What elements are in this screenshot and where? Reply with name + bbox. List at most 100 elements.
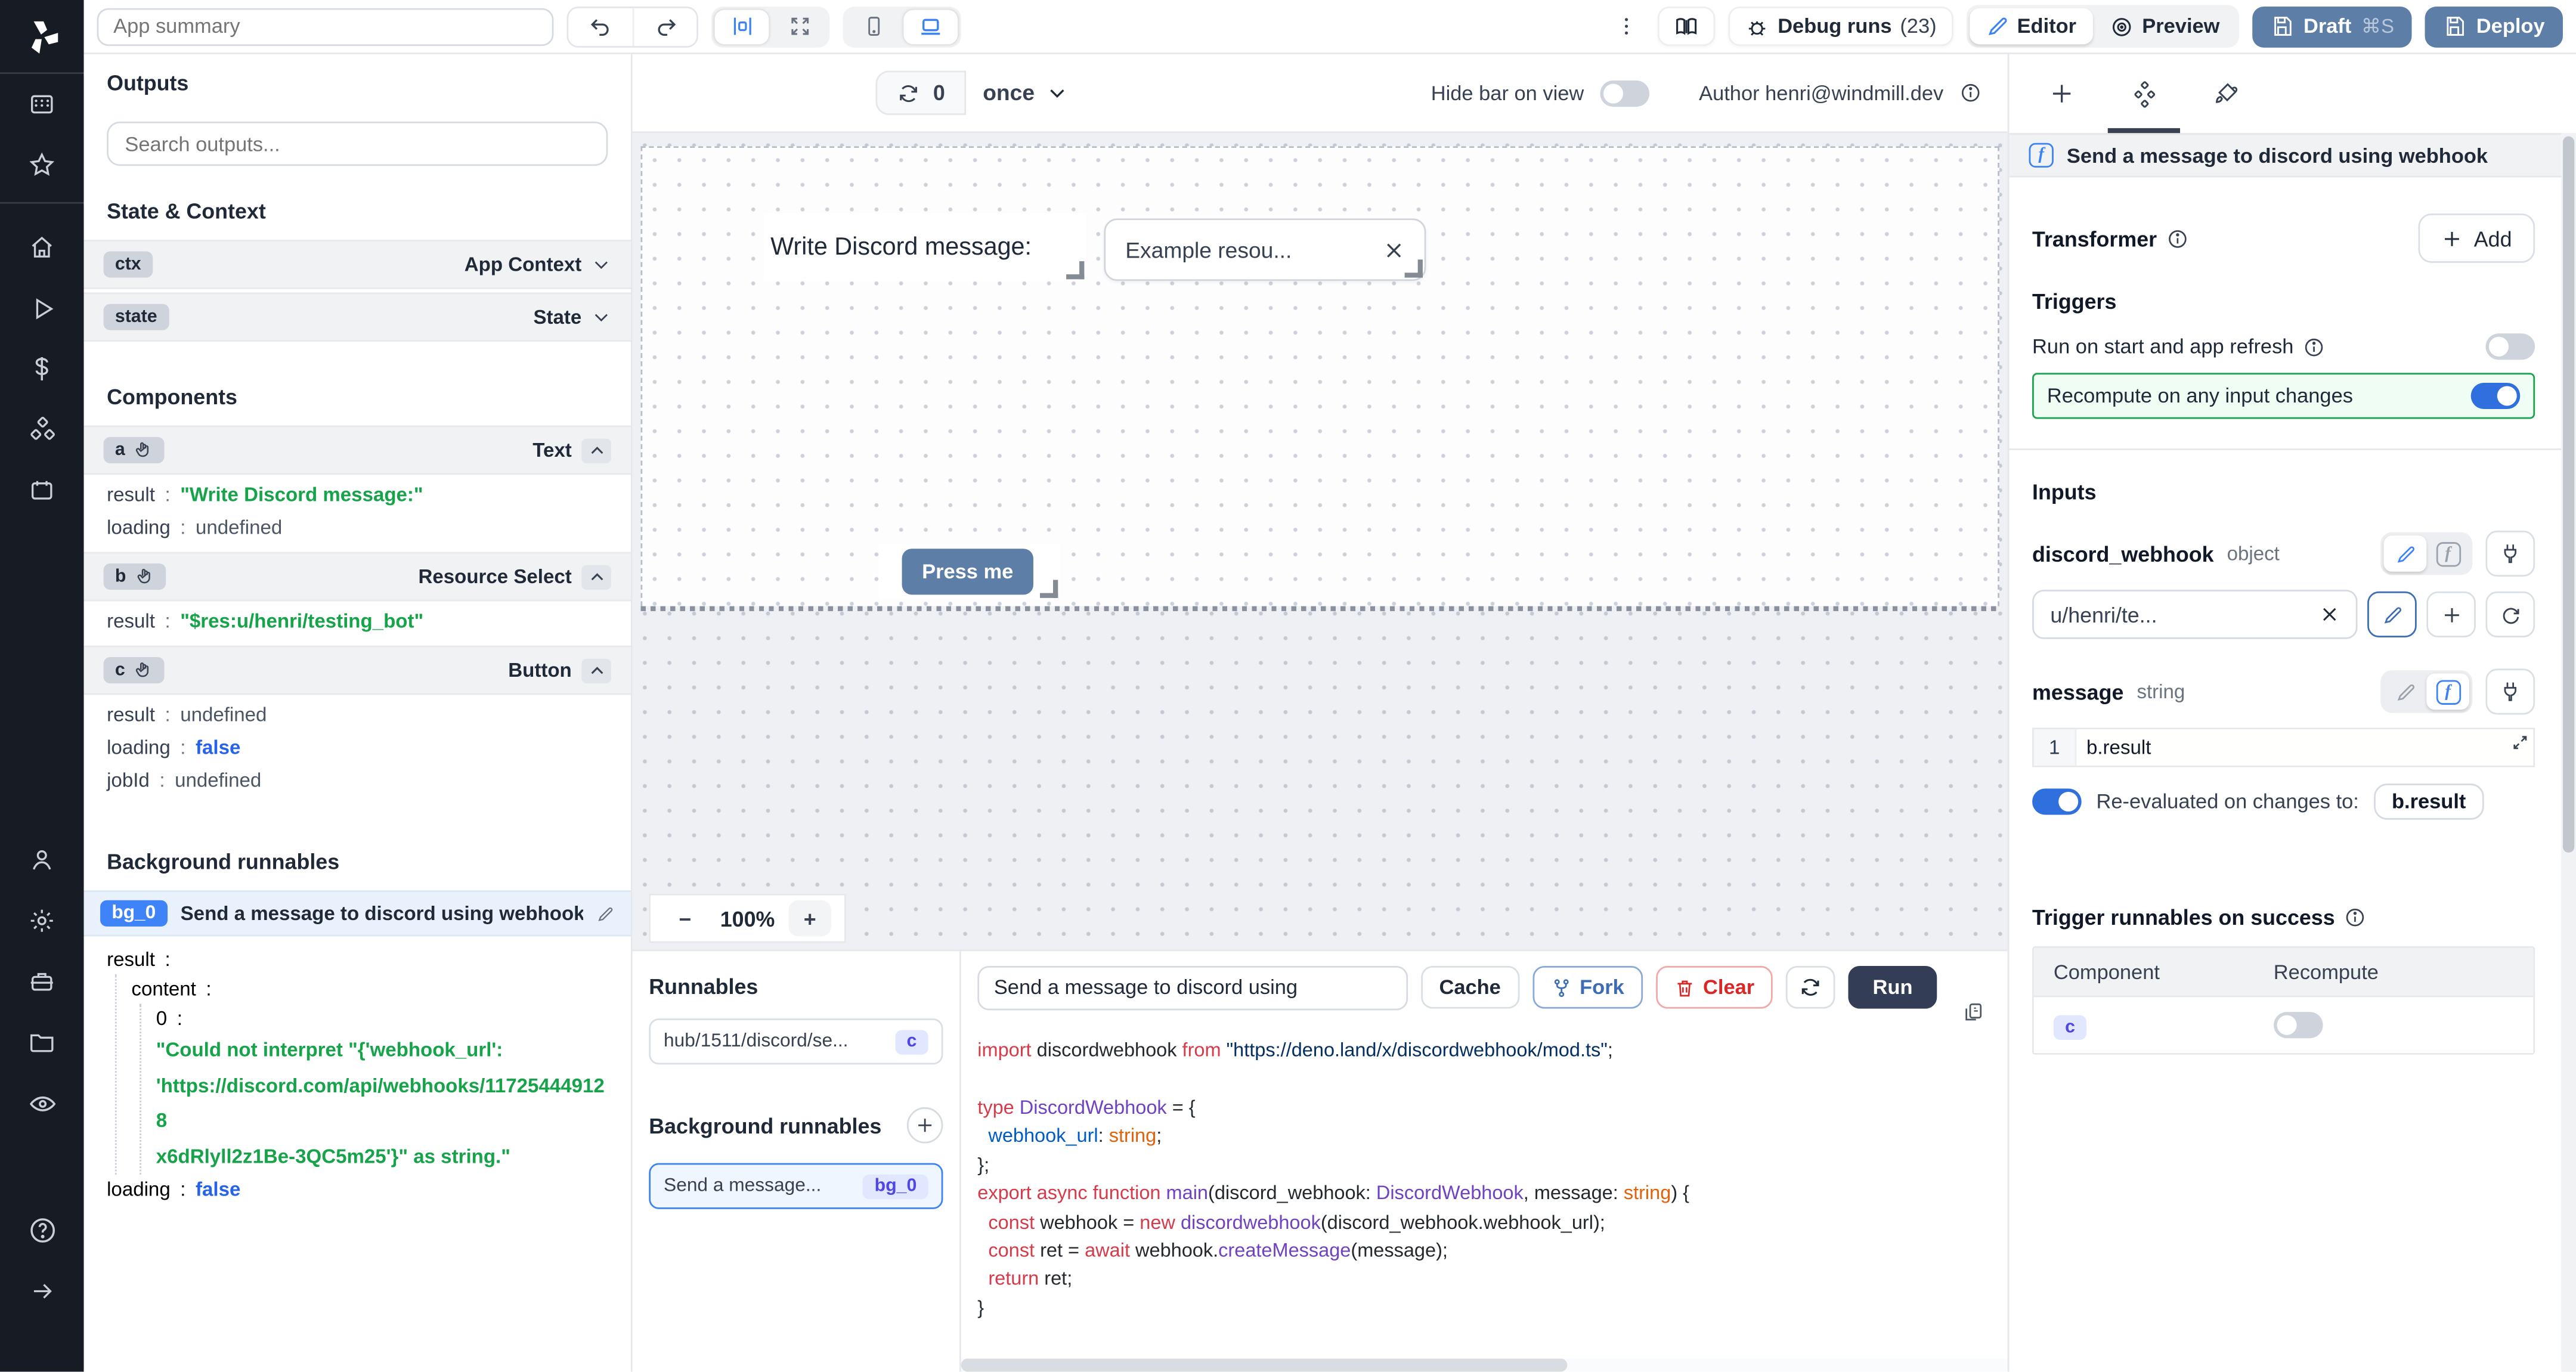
clear-x-icon[interactable] xyxy=(1383,239,1405,261)
resources-icon[interactable] xyxy=(0,399,84,460)
row-component-b[interactable]: b Resource Select xyxy=(84,552,631,602)
deploy-button[interactable]: Deploy xyxy=(2425,6,2563,47)
more-menu-icon[interactable] xyxy=(1608,15,1645,38)
schedules-icon[interactable] xyxy=(0,460,84,521)
runs-icon[interactable] xyxy=(0,278,84,339)
add-resource-button[interactable] xyxy=(2426,591,2476,637)
row-state[interactable]: state State xyxy=(84,292,631,342)
info-icon xyxy=(2167,228,2188,249)
recompute-toggle[interactable] xyxy=(2471,383,2521,409)
user-icon[interactable] xyxy=(0,829,84,890)
docs-button[interactable] xyxy=(1658,7,1715,46)
reeval-toggle[interactable] xyxy=(2032,788,2082,814)
collapse-arrow-icon[interactable] xyxy=(0,1260,84,1321)
windmill-logo[interactable] xyxy=(0,0,84,74)
collapse-a-button[interactable] xyxy=(581,438,611,462)
row-component-c[interactable]: c Button xyxy=(84,646,631,695)
chevron-down-icon xyxy=(592,255,611,274)
edit-pencil-icon[interactable] xyxy=(596,905,614,922)
copy-code-icon[interactable] xyxy=(1962,1001,1985,1024)
fork-button[interactable]: Fork xyxy=(1532,967,1642,1009)
recompute-c-toggle[interactable] xyxy=(2274,1012,2323,1038)
tab-preview[interactable]: Preview xyxy=(2093,8,2236,45)
connect-plug-icon[interactable] xyxy=(2485,531,2535,577)
apps-icon[interactable] xyxy=(0,74,84,135)
centered-layout-icon[interactable] xyxy=(714,9,769,44)
text-component[interactable]: Write Discord message: xyxy=(764,213,1086,281)
expand-editor-icon[interactable] xyxy=(2510,733,2530,752)
eval-mode-fx-icon[interactable]: f xyxy=(2426,674,2469,710)
tab-component-settings[interactable] xyxy=(2114,55,2174,132)
hide-bar-toggle[interactable] xyxy=(1600,80,1650,106)
fork-icon xyxy=(1550,977,1572,998)
code-editor[interactable]: import discordwebhook from "https://deno… xyxy=(961,1024,2008,1372)
folders-icon[interactable] xyxy=(0,1012,84,1073)
canvas-grid-area[interactable]: Write Discord message: Example resou... … xyxy=(640,146,1999,606)
inputs-title: Inputs xyxy=(2032,479,2535,504)
settings-gear-icon[interactable] xyxy=(0,890,84,951)
zoom-in-button[interactable]: + xyxy=(788,900,831,937)
eval-mode-fx-icon[interactable]: f xyxy=(2426,535,2469,572)
row-ctx[interactable]: ctx App Context xyxy=(84,240,631,289)
tab-styling[interactable] xyxy=(2197,55,2256,132)
comp-c-result: undefined xyxy=(180,703,267,726)
editor-preview-toggle: Editor Preview xyxy=(1966,5,2239,48)
undo-button[interactable] xyxy=(568,7,632,45)
message-expression-editor[interactable]: 1 b.result xyxy=(2032,728,2535,767)
mobile-view-icon[interactable] xyxy=(846,9,900,44)
right-scrollbar[interactable] xyxy=(2561,133,2576,1372)
redo-button[interactable] xyxy=(633,7,696,45)
tab-editor[interactable]: Editor xyxy=(1970,8,2093,45)
home-icon[interactable] xyxy=(0,217,84,278)
selected-runnable-header: Send a message to discord using webhook xyxy=(2067,144,2488,167)
draft-button[interactable]: Draft ⌘S xyxy=(2253,6,2413,47)
collapse-b-button[interactable] xyxy=(581,564,611,589)
app-canvas[interactable]: Write Discord message: Example resou... … xyxy=(633,131,2008,950)
fullwidth-layout-icon[interactable] xyxy=(772,9,826,44)
function-icon: f xyxy=(2029,143,2054,168)
favorites-star-icon[interactable] xyxy=(0,135,84,196)
key: jobId xyxy=(107,769,150,792)
clear-button[interactable]: Clear xyxy=(1655,967,1772,1009)
frequency-select[interactable]: once xyxy=(983,80,1067,105)
row-component-a[interactable]: a Text xyxy=(84,426,631,475)
resource-picker[interactable]: u/henri/te... xyxy=(2032,590,2358,639)
app-summary-input[interactable] xyxy=(97,7,554,45)
search-outputs-input[interactable] xyxy=(107,122,608,166)
edit-resource-button[interactable] xyxy=(2367,591,2417,637)
preview-label: Preview xyxy=(2142,15,2219,38)
static-mode-pencil-icon[interactable] xyxy=(2384,674,2427,710)
refresh-code-button[interactable] xyxy=(1786,967,1835,1009)
code-hscrollbar[interactable] xyxy=(961,1359,2008,1372)
tab-insert-component[interactable] xyxy=(2032,55,2091,132)
desktop-view-icon[interactable] xyxy=(903,9,958,44)
add-bg-runnable-button[interactable] xyxy=(907,1107,943,1144)
resource-select-component[interactable]: Example resou... xyxy=(1104,218,1426,281)
press-me-button[interactable]: Press me xyxy=(902,549,1033,594)
run-on-start-toggle[interactable] xyxy=(2485,333,2535,360)
bg-runnable-item-selected[interactable]: Send a message... bg_0 xyxy=(649,1163,943,1209)
refresh-count: 0 xyxy=(933,80,945,105)
run-button[interactable]: Run xyxy=(1848,967,1937,1009)
refresh-count-box[interactable]: 0 xyxy=(875,70,966,114)
zoom-out-button[interactable]: − xyxy=(664,900,707,937)
static-mode-pencil-icon[interactable] xyxy=(2384,535,2427,572)
runnable-name-input[interactable] xyxy=(977,965,1408,1009)
connect-plug-icon[interactable] xyxy=(2485,668,2535,714)
reeval-dependency-badge[interactable]: b.result xyxy=(2374,783,2484,820)
runnable-path: hub/1511/discord/se... xyxy=(664,1032,848,1052)
workers-icon[interactable] xyxy=(0,951,84,1012)
debug-runs-button[interactable]: Debug runs (23) xyxy=(1729,7,1953,46)
logs-eye-icon[interactable] xyxy=(0,1073,84,1133)
cache-button[interactable]: Cache xyxy=(1421,967,1519,1009)
variables-icon[interactable] xyxy=(0,339,84,399)
bg-runnables-title: Background runnables xyxy=(649,1113,881,1138)
collapse-c-button[interactable] xyxy=(581,658,611,682)
refresh-resource-button[interactable] xyxy=(2485,591,2535,637)
add-transformer-button[interactable]: Add xyxy=(2418,213,2535,263)
row-bg0[interactable]: bg_0 Send a message to discord using web… xyxy=(84,890,631,936)
run-on-start-label: Run on start and app refresh xyxy=(2032,335,2293,358)
runnable-item-hub[interactable]: hub/1511/discord/se... c xyxy=(649,1019,943,1065)
clear-x-icon[interactable] xyxy=(2320,605,2339,624)
help-icon[interactable] xyxy=(0,1199,84,1260)
